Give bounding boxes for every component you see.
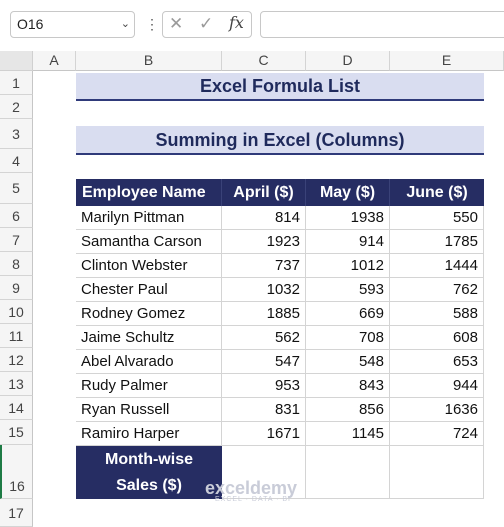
cell-april[interactable]: 1923 <box>222 230 306 254</box>
cell-employee-name[interactable]: Jaime Schultz <box>76 326 222 350</box>
cell-employee-name[interactable]: Samantha Carson <box>76 230 222 254</box>
cell-june[interactable]: 724 <box>390 422 484 446</box>
formula-controls: ✕ ✓ fx <box>162 11 252 38</box>
cell-april[interactable]: 814 <box>222 206 306 230</box>
cell-april[interactable]: 562 <box>222 326 306 350</box>
cell-may[interactable]: 593 <box>306 278 390 302</box>
row-header-5[interactable]: 5 <box>0 173 33 204</box>
row-header-9[interactable]: 9 <box>0 276 33 300</box>
insert-function-icon[interactable]: fx <box>229 13 244 32</box>
cell-employee-name[interactable]: Ryan Russell <box>76 398 222 422</box>
cell-june[interactable]: 588 <box>390 302 484 326</box>
cell-june[interactable]: 653 <box>390 350 484 374</box>
formula-bar: O16 ⌄ ⋮ ✕ ✓ fx <box>0 0 504 51</box>
cell-may[interactable]: 669 <box>306 302 390 326</box>
cell-may[interactable]: 1938 <box>306 206 390 230</box>
cell-employee-name[interactable]: Rudy Palmer <box>76 374 222 398</box>
enter-check-icon[interactable]: ✓ <box>199 14 213 34</box>
row-header-17[interactable]: 17 <box>0 499 33 527</box>
cell-employee-name[interactable]: Abel Alvarado <box>76 350 222 374</box>
row-header-4[interactable]: 4 <box>0 149 33 173</box>
row-header-7[interactable]: 7 <box>0 228 33 252</box>
cell-april[interactable]: 737 <box>222 254 306 278</box>
exceldemy-watermark: exceldemy EXCEL · DATA · BI <box>185 478 297 503</box>
row-header-3[interactable]: 3 <box>0 119 33 149</box>
cell-may[interactable]: 1012 <box>306 254 390 278</box>
header-june[interactable]: June ($) <box>390 179 484 206</box>
cancel-icon[interactable]: ✕ <box>169 14 183 34</box>
row-header-14[interactable]: 14 <box>0 396 33 420</box>
name-box-value: O16 <box>17 16 44 32</box>
cell-employee-name[interactable]: Clinton Webster <box>76 254 222 278</box>
cell-employee-name[interactable]: Ramiro Harper <box>76 422 222 446</box>
watermark-tagline: EXCEL · DATA · BI <box>215 496 291 503</box>
column-header-a[interactable]: A <box>33 51 76 71</box>
cell-june[interactable]: 608 <box>390 326 484 350</box>
select-all-corner[interactable] <box>0 51 33 71</box>
column-header-d[interactable]: D <box>306 51 390 71</box>
cell-employee-name[interactable]: Chester Paul <box>76 278 222 302</box>
row-header-8[interactable]: 8 <box>0 252 33 276</box>
cell-june[interactable]: 944 <box>390 374 484 398</box>
cell-april[interactable]: 953 <box>222 374 306 398</box>
cell-may[interactable]: 1145 <box>306 422 390 446</box>
cell-june[interactable]: 762 <box>390 278 484 302</box>
cell-may[interactable]: 548 <box>306 350 390 374</box>
spreadsheet-grid: A B C D E 1 2 3 4 5 6 7 8 9 10 11 12 13 … <box>0 51 504 527</box>
row-header-12[interactable]: 12 <box>0 348 33 372</box>
header-april[interactable]: April ($) <box>222 179 306 206</box>
cell-may[interactable]: 843 <box>306 374 390 398</box>
cell-april[interactable]: 1032 <box>222 278 306 302</box>
cell-may[interactable]: 856 <box>306 398 390 422</box>
cell-april[interactable]: 547 <box>222 350 306 374</box>
sum-june-cell[interactable] <box>390 446 484 499</box>
cell-june[interactable]: 1444 <box>390 254 484 278</box>
chevron-down-icon[interactable]: ⌄ <box>121 12 130 37</box>
sum-may-cell[interactable] <box>306 446 390 499</box>
cell-june[interactable]: 1636 <box>390 398 484 422</box>
cell-april[interactable]: 831 <box>222 398 306 422</box>
cell-employee-name[interactable]: Marilyn Pittman <box>76 206 222 230</box>
more-options-icon[interactable]: ⋮ <box>145 15 159 33</box>
column-header-c[interactable]: C <box>222 51 306 71</box>
header-employee-name[interactable]: Employee Name <box>76 179 222 206</box>
sum-label-line1: Month-wise <box>105 451 193 468</box>
row-header-11[interactable]: 11 <box>0 324 33 348</box>
row-header-2[interactable]: 2 <box>0 95 33 119</box>
row-header-10[interactable]: 10 <box>0 300 33 324</box>
name-box[interactable]: O16 ⌄ <box>10 11 135 38</box>
cell-employee-name[interactable]: Rodney Gomez <box>76 302 222 326</box>
header-may[interactable]: May ($) <box>306 179 390 206</box>
cell-may[interactable]: 914 <box>306 230 390 254</box>
cell-april[interactable]: 1885 <box>222 302 306 326</box>
cell-may[interactable]: 708 <box>306 326 390 350</box>
sheet-title[interactable]: Excel Formula List <box>76 73 484 101</box>
cell-april[interactable]: 1671 <box>222 422 306 446</box>
row-header-13[interactable]: 13 <box>0 372 33 396</box>
cell-june[interactable]: 1785 <box>390 230 484 254</box>
column-header-e[interactable]: E <box>390 51 504 71</box>
row-header-1[interactable]: 1 <box>0 71 33 95</box>
sheet-subtitle[interactable]: Summing in Excel (Columns) <box>76 126 484 155</box>
row-header-6[interactable]: 6 <box>0 204 33 228</box>
row-header-16[interactable]: 16 <box>0 445 33 499</box>
column-header-b[interactable]: B <box>76 51 222 71</box>
formula-input[interactable] <box>260 11 504 38</box>
row-header-15[interactable]: 15 <box>0 420 33 445</box>
watermark-brand: exceldemy <box>205 478 298 498</box>
cell-june[interactable]: 550 <box>390 206 484 230</box>
